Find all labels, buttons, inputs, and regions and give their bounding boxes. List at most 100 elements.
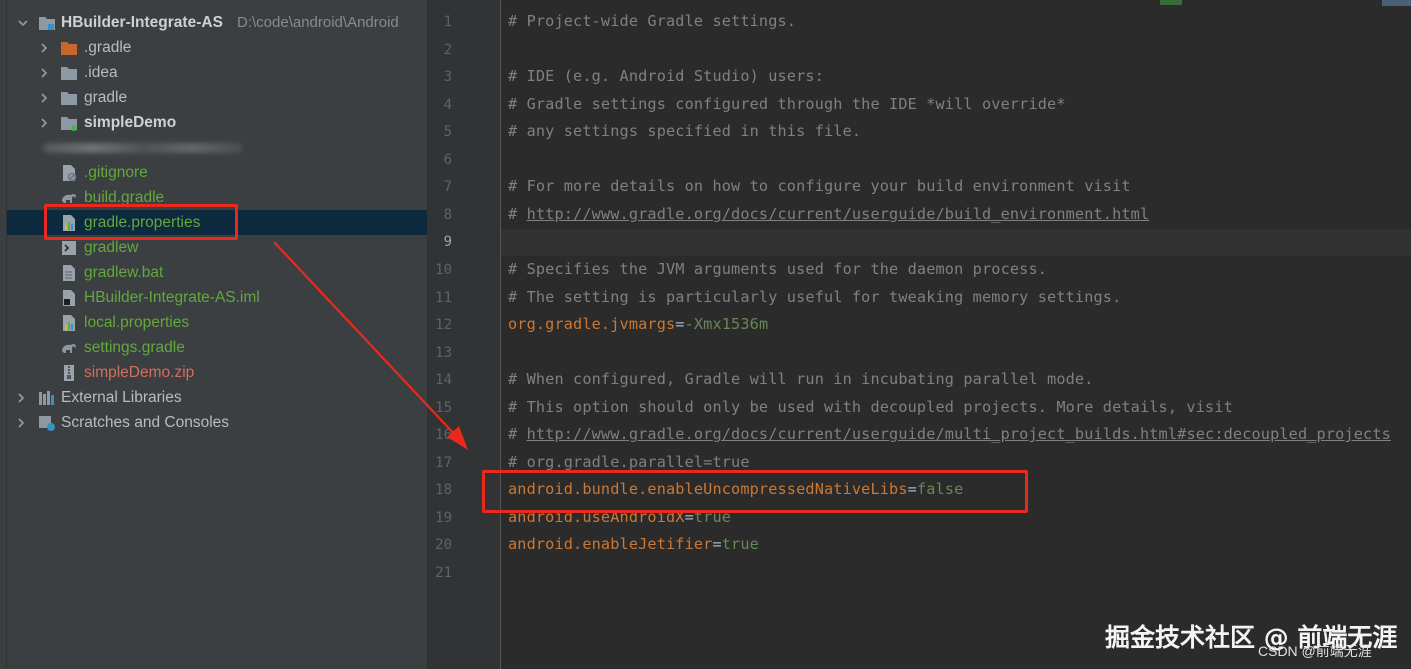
chevron-right-icon[interactable] [36, 115, 52, 131]
tree-item-gitignore[interactable]: .gitignore [7, 160, 427, 185]
line-number: 17 [435, 454, 452, 471]
code-token: true [693, 507, 732, 526]
project-panel: HBuilder-Integrate-AS D:\code\android\An… [7, 0, 427, 669]
tree-item-label: simpleDemo [84, 113, 177, 131]
tree-item-label: local.properties [84, 313, 190, 331]
tree-item-label: .gitignore [84, 163, 148, 181]
file-gradle-icon [60, 339, 78, 357]
code-token: # IDE (e.g. Android Studio) users: [508, 67, 824, 86]
code-line[interactable]: # any settings specified in this file. [508, 122, 861, 140]
code-token: android.useAndroidX [508, 507, 685, 526]
code-token: android.enableJetifier [508, 535, 713, 554]
tree-item-label: gradle.properties [84, 213, 201, 231]
scratches-icon [38, 414, 56, 432]
code-line[interactable]: # The setting is particularly useful for… [508, 288, 1121, 306]
line-number: 14 [435, 372, 452, 389]
code-line[interactable]: # Specifies the JVM arguments used for t… [508, 260, 1047, 278]
code-token: # Gradle settings configured through the… [508, 94, 1066, 113]
file-gradle-icon [60, 189, 78, 207]
line-number: 5 [443, 124, 452, 141]
file-script-icon [60, 239, 78, 257]
code-line[interactable]: android.enableJetifier=true [508, 535, 759, 553]
code-token: -Xmx1536m [684, 315, 769, 334]
chevron-right-icon[interactable] [36, 90, 52, 106]
tree-item-settings-gradle[interactable]: settings.gradle [7, 335, 427, 360]
libraries-icon [38, 389, 56, 407]
code-editor[interactable]: 1 # Project-wide Gradle settings. 2 3 # IDE … [427, 0, 1411, 669]
tree-item-label: .gradle [84, 38, 132, 56]
line-number: 15 [435, 399, 452, 416]
code-line[interactable]: # This option should only be used with d… [508, 398, 1233, 416]
code-token: org.gradle.jvmargs [508, 315, 676, 334]
code-token: = [907, 480, 917, 499]
tree-item-simpledemo-zip[interactable]: simpleDemo.zip [7, 360, 427, 385]
code-line[interactable]: # IDE (e.g. Android Studio) users: [508, 67, 824, 85]
tree-item-gradle[interactable]: gradle [7, 85, 427, 110]
code-line[interactable]: org.gradle.jvmargs=-Xmx1536m [508, 315, 768, 333]
code-line[interactable]: # org.gradle.parallel=true [508, 453, 750, 471]
tree-item-simpledemo[interactable]: simpleDemo [7, 110, 427, 135]
watermark-sub: CSDN @前端无涯 [1258, 643, 1372, 659]
code-link[interactable]: http://www.gradle.org/docs/current/userg… [527, 205, 1150, 223]
current-line-highlight [501, 229, 1411, 257]
toolbar-fragment [1160, 0, 1182, 5]
folder-icon [60, 89, 78, 107]
chevron-down-icon[interactable] [15, 15, 31, 31]
code-token: # org.gradle.parallel=true [508, 452, 750, 471]
tree-item-gradlew-bat[interactable]: gradlew.bat [7, 260, 427, 285]
line-number: 3 [443, 69, 452, 86]
code-line[interactable]: # When configured, Gradle will run in in… [508, 370, 1094, 388]
tree-item-scratches-and-consoles[interactable]: Scratches and Consoles [7, 410, 427, 435]
module-folder-icon [60, 114, 78, 132]
file-ignore-icon [60, 164, 78, 182]
chevron-right-icon[interactable] [13, 390, 29, 406]
tree-item-gradlew[interactable]: gradlew [7, 235, 427, 260]
tree-item-gradle[interactable]: .gradle [7, 35, 427, 60]
file-zip-icon [60, 364, 78, 382]
tree-item-label: .idea [84, 63, 118, 81]
code-line[interactable]: # Gradle settings configured through the… [508, 95, 1066, 113]
tree-root-row[interactable]: HBuilder-Integrate-AS D:\code\android\An… [7, 10, 427, 35]
line-number: 21 [435, 565, 452, 581]
tree-item-build-gradle[interactable]: build.gradle [7, 185, 427, 210]
code-line[interactable]: # http://www.gradle.org/docs/current/use… [508, 425, 1391, 443]
line-number: 8 [443, 206, 452, 223]
module-folder-icon [38, 14, 56, 32]
code-link[interactable]: http://www.gradle.org/docs/current/userg… [527, 425, 1391, 443]
code-line[interactable]: # For more details on how to configure y… [508, 177, 1131, 195]
blurred-item [43, 143, 243, 153]
left-tool-strip [0, 0, 7, 669]
gutter-separator [500, 0, 501, 669]
code-line[interactable]: # http://www.gradle.org/docs/current/use… [508, 205, 1149, 223]
line-number: 12 [435, 317, 452, 334]
chevron-right-icon[interactable] [36, 65, 52, 81]
chevron-right-icon[interactable] [36, 40, 52, 56]
tree-item-blurred-item[interactable] [7, 135, 427, 160]
code-token: # [508, 425, 527, 444]
tree-item-label: gradle [84, 88, 128, 106]
tree-item-idea[interactable]: .idea [7, 60, 427, 85]
tree-item-label: gradlew [84, 238, 139, 256]
code-line[interactable]: # Project-wide Gradle settings. [508, 12, 796, 30]
tree-item-external-libraries[interactable]: External Libraries [7, 385, 427, 410]
code-token: true [721, 535, 759, 554]
tree-item-label: build.gradle [84, 188, 165, 206]
line-number: 9 [443, 234, 452, 251]
line-number: 16 [435, 427, 452, 444]
line-number: 18 [435, 482, 452, 499]
code-token: # For more details on how to configure y… [508, 177, 1131, 196]
line-number: 4 [443, 96, 452, 113]
tree-item-local-properties[interactable]: local.properties [7, 310, 427, 335]
code-line[interactable]: android.bundle.enableUncompressedNativeL… [508, 480, 963, 498]
line-number: 10 [435, 261, 452, 278]
code-line[interactable]: android.useAndroidX=true [508, 508, 731, 526]
tree-item-label: gradlew.bat [84, 263, 164, 281]
chevron-right-icon[interactable] [13, 415, 29, 431]
tree-item-label: HBuilder-Integrate-AS.iml [84, 288, 260, 306]
line-number: 7 [443, 179, 452, 196]
tree-item-gradle-properties[interactable]: gradle.properties [7, 210, 427, 235]
code-token: = [684, 507, 694, 526]
line-number: 2 [443, 41, 452, 58]
tree-item-hbuilder-integrate-as-iml[interactable]: HBuilder-Integrate-AS.iml [7, 285, 427, 310]
file-properties-icon [60, 214, 78, 232]
